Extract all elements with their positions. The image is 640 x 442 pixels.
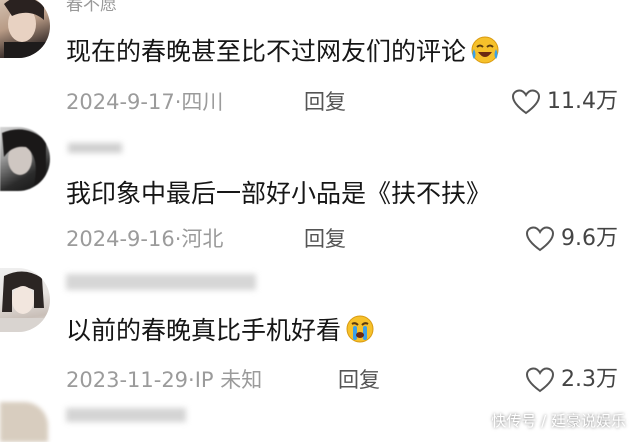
username-blurred-block: [66, 408, 186, 422]
username-blurred-block: [68, 143, 122, 153]
avatar-photo: [0, 271, 50, 332]
comment-date: 2024-9-17: [66, 90, 175, 114]
username[interactable]: 春不愿: [66, 0, 117, 16]
laughing-crying-emoji-icon: [471, 36, 499, 64]
avatar-photo: [2, 129, 46, 185]
like-count: 11.4万: [547, 89, 618, 114]
username[interactable]: [66, 270, 256, 292]
comment-text: 我印象中最后一部好小品是《扶不扶》: [66, 177, 491, 211]
comment-text: 现在的春晚甚至比不过网友们的评论: [66, 35, 500, 69]
watermark-text: 快传号 / 廷豪说娱乐: [491, 412, 626, 430]
comment-date: 2024-9-16: [66, 227, 175, 251]
comment-text-body: 以前的春晚真比手机好看: [66, 316, 342, 345]
comment-text-body: 我印象中最后一部好小品是《扶不扶》: [66, 179, 492, 208]
comment-item-3[interactable]: 以前的春晚真比手机好看 2023-11-29·IP 未知 回复 2.3万: [0, 260, 640, 400]
avatar: [0, 402, 48, 442]
comment-location: IP 未知: [194, 368, 263, 392]
like-button[interactable]: 2.3万: [525, 366, 618, 394]
comment-location: 河北: [181, 227, 224, 251]
meta-separator: ·: [188, 368, 195, 392]
comment-meta: 2024-9-16·河北: [66, 225, 223, 253]
avatar-photo: [4, 0, 48, 58]
like-count: 2.3万: [561, 367, 618, 392]
comment-location: 四川: [181, 90, 224, 114]
heart-icon: [525, 367, 555, 393]
comment-date: 2023-11-29: [66, 368, 189, 392]
avatar[interactable]: [0, 0, 50, 58]
comment-item-2[interactable]: 我印象中最后一部好小品是《扶不扶》 2024-9-16·河北 回复 9.6万: [0, 125, 640, 260]
heart-icon: [525, 226, 555, 252]
crying-emoji-icon: [346, 315, 374, 343]
like-button[interactable]: 9.6万: [525, 225, 618, 253]
comment-meta: 2023-11-29·IP 未知: [66, 366, 262, 394]
comment-text: 以前的春晚真比手机好看: [66, 314, 375, 348]
reply-button[interactable]: 回复: [304, 88, 346, 116]
like-button[interactable]: 11.4万: [511, 88, 618, 116]
heart-icon: [511, 89, 541, 115]
comment-meta: 2024-9-17·四川: [66, 88, 223, 116]
like-count: 9.6万: [561, 226, 618, 251]
comment-text-body: 现在的春晚甚至比不过网友们的评论: [66, 37, 467, 66]
comment-item-1[interactable]: 春不愿 现在的春晚甚至比不过网友们的评论 2024-9-17·四川 回复 11.…: [0, 0, 640, 130]
avatar[interactable]: [0, 268, 50, 332]
reply-button[interactable]: 回复: [338, 366, 380, 394]
avatar[interactable]: [0, 127, 50, 191]
reply-button[interactable]: 回复: [304, 225, 346, 253]
